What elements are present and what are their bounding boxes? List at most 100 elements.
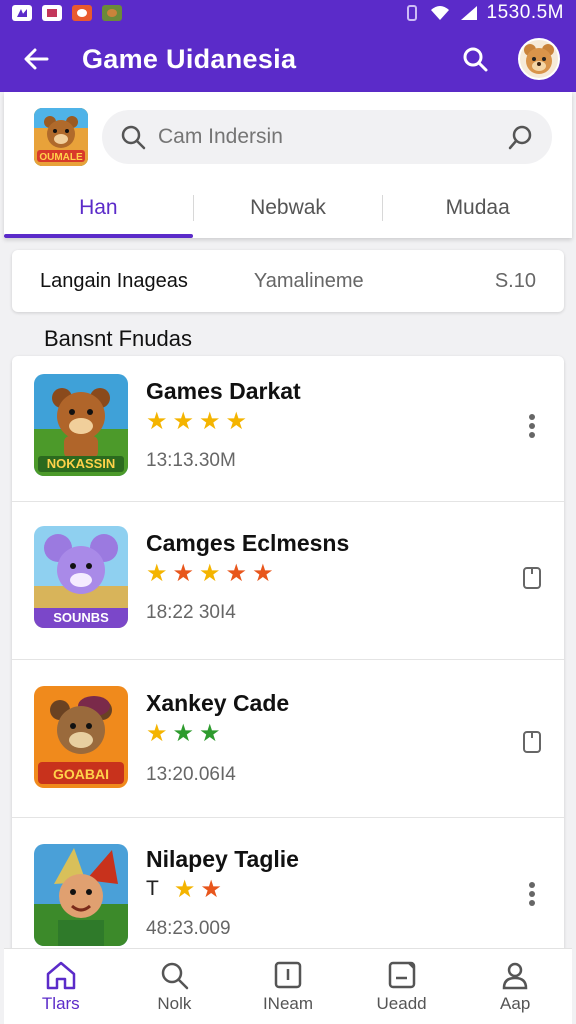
star-icon: ★ — [252, 560, 274, 587]
bear-avatar-icon — [524, 44, 554, 74]
list-item[interactable]: SOUNBS Camges Eclmesns ★ ★ ★ ★ ★ 18:22 3… — [12, 502, 564, 660]
gnome-thumbnail-icon — [34, 844, 128, 946]
arrow-left-icon — [24, 48, 49, 70]
logo-text: OUMALE — [39, 152, 83, 163]
star-icon: ★ — [199, 560, 221, 587]
nav-search[interactable]: Nolk — [118, 949, 232, 1024]
game-thumbnail[interactable]: GOABAI — [34, 686, 128, 788]
game-list: NOKASSIN Games Darkat ★ ★ ★ ★ 13:13.30M — [12, 356, 564, 956]
notification-gallery-icon — [42, 5, 62, 21]
nav-label: INeam — [262, 993, 314, 1013]
thumbnail-label: NOKASSIN — [46, 456, 116, 471]
game-time: 13:13.30M — [146, 450, 236, 471]
star-icon: ★ — [146, 720, 168, 747]
thumbnail-label: GOABAI — [53, 766, 109, 782]
search-icon — [463, 47, 488, 72]
filter-bar: Langain Inageas Yamalineme S.10 — [12, 250, 564, 312]
home-icon — [46, 961, 76, 989]
status-time: 1530.5M — [486, 2, 564, 23]
list-item[interactable]: Nilapey Taglie T ★ ★ 48:23.009 — [12, 818, 564, 956]
star-icon: ★ — [225, 408, 248, 435]
notification-photo-icon — [72, 5, 92, 21]
rating-stars: ★ ★ ★ ★ — [146, 410, 247, 434]
profile-icon — [502, 962, 528, 989]
star-icon: ★ — [199, 408, 221, 435]
search-icon — [508, 125, 532, 150]
game-title[interactable]: Camges Eclmesns — [146, 530, 349, 557]
star-icon: ★ — [199, 720, 221, 747]
nav-label: Aap — [500, 993, 531, 1013]
bottom-nav: Tlars Nolk INeam Ueadd Aap — [4, 948, 572, 1024]
game-thumbnail[interactable] — [34, 844, 128, 946]
more-icon — [529, 414, 535, 438]
edit-icon — [388, 961, 415, 988]
tab-han[interactable]: Han — [4, 180, 193, 238]
search-icon — [118, 122, 148, 152]
rating-stars: T ★ ★ — [146, 878, 222, 902]
nav-profile[interactable]: Aap — [458, 949, 572, 1024]
filter-size[interactable]: S.10 — [495, 270, 536, 293]
rating-stars: ★ ★ ★ — [146, 722, 221, 746]
nav-label: Tlars — [41, 993, 80, 1013]
system-indicators: 1530.5M — [403, 2, 564, 24]
card-icon — [274, 961, 302, 988]
star-icon: ★ — [200, 876, 222, 903]
star-icon: ★ — [173, 876, 196, 903]
filter-category[interactable]: Yamalineme — [254, 270, 364, 293]
wifi-icon — [430, 6, 449, 20]
search-icon — [162, 962, 189, 989]
app-search-button[interactable] — [454, 38, 496, 80]
game-thumbnail[interactable]: NOKASSIN — [34, 374, 128, 476]
tab-mudaa[interactable]: Mudaa — [383, 180, 572, 236]
game-title[interactable]: Nilapey Taglie — [146, 846, 299, 873]
list-item[interactable]: GOABAI Xankey Cade ★ ★ ★ 13:20.06I4 — [12, 660, 564, 818]
filter-language[interactable]: Langain Inageas — [40, 270, 188, 293]
rating-stars: ★ ★ ★ ★ ★ — [146, 562, 274, 586]
game-thumbnail[interactable]: SOUNBS — [34, 526, 128, 628]
game-logo[interactable]: OUMALE — [34, 108, 88, 166]
game-title[interactable]: Xankey Cade — [146, 690, 289, 717]
page-title: Game Uidanesia — [82, 43, 297, 74]
search-input[interactable] — [158, 125, 488, 149]
star-icon: ★ — [146, 560, 168, 587]
game-title[interactable]: Games Darkat — [146, 378, 301, 405]
rating-prefix: T — [146, 877, 159, 900]
avatar[interactable] — [518, 38, 560, 80]
bookmark-icon — [523, 567, 541, 589]
bear-logo-icon: OUMALE — [34, 108, 88, 166]
more-options-button[interactable] — [518, 408, 546, 444]
nav-label: Ueadd — [376, 993, 427, 1013]
header-card: OUMALE Han Nebwak Mudaa — [4, 92, 572, 238]
notification-game-icon — [102, 5, 122, 21]
game-time: 13:20.06I4 — [146, 764, 236, 785]
tab-bar: Han Nebwak Mudaa — [4, 180, 572, 238]
star-icon: ★ — [172, 720, 195, 747]
more-options-button[interactable] — [518, 876, 546, 912]
nav-label: Nolk — [157, 993, 192, 1013]
more-icon — [529, 882, 535, 906]
tab-nebwak[interactable]: Nebwak — [194, 180, 383, 236]
star-icon: ★ — [172, 408, 195, 435]
thumbnail-label: SOUNBS — [53, 610, 109, 625]
search-bar — [102, 110, 552, 164]
app-bar: Game Uidanesia — [0, 26, 576, 92]
list-item[interactable]: NOKASSIN Games Darkat ★ ★ ★ ★ 13:13.30M — [12, 356, 564, 502]
bookmark-icon — [523, 731, 541, 753]
nav-edit[interactable]: Ueadd — [345, 949, 459, 1024]
status-bar: 1530.5M — [0, 0, 576, 26]
search-submit-button[interactable] — [506, 122, 536, 152]
notification-app-icon — [12, 5, 32, 21]
vibrate-icon — [406, 5, 417, 21]
nav-card[interactable]: INeam — [231, 949, 345, 1024]
star-icon: ★ — [225, 560, 248, 587]
star-icon: ★ — [146, 408, 168, 435]
section-title: Bansnt Fnudas — [44, 326, 192, 351]
bookmark-button[interactable] — [518, 724, 546, 760]
nav-home[interactable]: Tlars — [4, 949, 118, 1024]
signal-icon — [460, 6, 477, 20]
bookmark-button[interactable] — [518, 560, 546, 596]
game-time: 48:23.009 — [146, 918, 231, 939]
back-button[interactable] — [16, 39, 56, 79]
star-icon: ★ — [172, 560, 195, 587]
notification-icons — [12, 5, 122, 21]
